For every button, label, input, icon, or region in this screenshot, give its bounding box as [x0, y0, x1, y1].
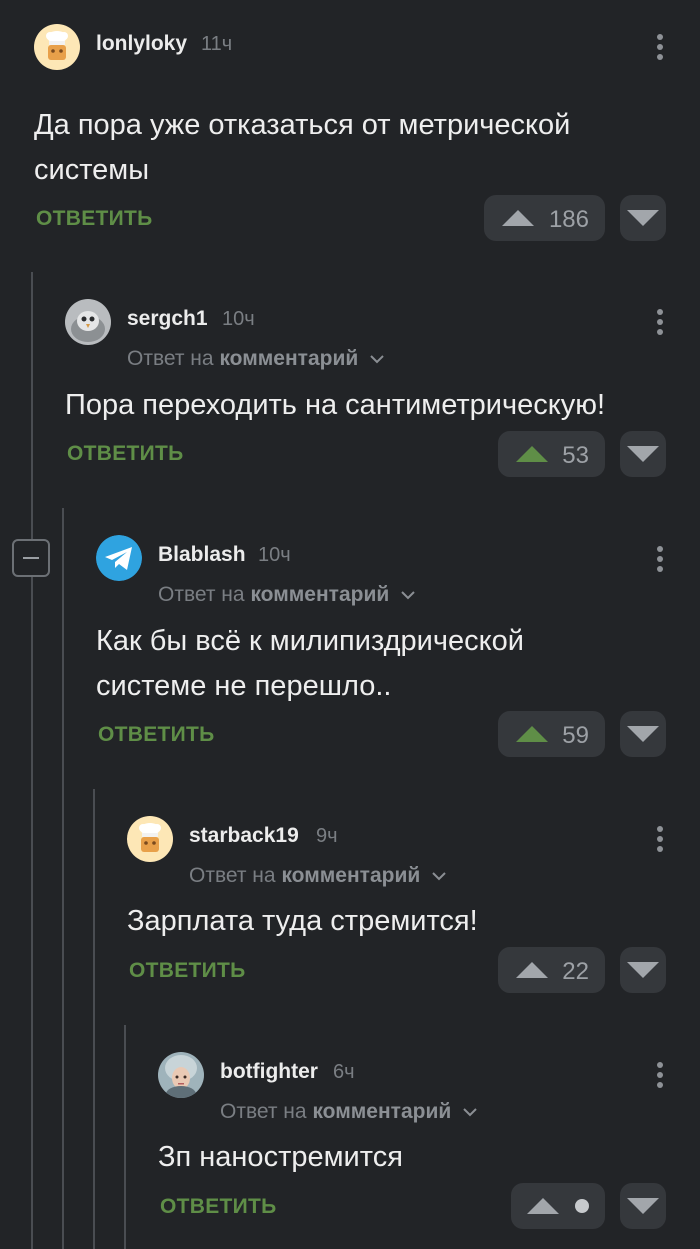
more-options-icon[interactable]: [650, 26, 670, 66]
comment: starback19 9ч Ответ на комментарий Зарпл…: [127, 816, 700, 1006]
comment: sergch1 10ч Ответ на комментарий Пора пе…: [65, 299, 700, 489]
avatar-chef-icon: [127, 816, 173, 862]
comment-text: Зп наностремится: [158, 1141, 403, 1173]
triangle-down-icon: [627, 446, 659, 462]
upvote-button[interactable]: [511, 1183, 605, 1229]
reply-button[interactable]: ОТВЕТИТЬ: [36, 207, 153, 231]
reply-target[interactable]: комментарий: [219, 347, 358, 370]
downvote-button[interactable]: [620, 947, 666, 993]
comment-text: Зарплата туда стремится!: [127, 905, 478, 937]
rating-count: 22: [562, 958, 589, 985]
avatar-portrait-icon: [158, 1052, 204, 1098]
upvote-button[interactable]: 59: [498, 711, 605, 757]
upvote-button[interactable]: 53: [498, 431, 605, 477]
chevron-down-icon[interactable]: [370, 355, 384, 364]
more-options-icon[interactable]: [650, 538, 670, 578]
comment-time: 10ч: [222, 308, 255, 330]
downvote-button[interactable]: [620, 1183, 666, 1229]
comments-thread: lonlyloky 11ч Да пора уже отказаться от …: [0, 0, 700, 1249]
chevron-down-icon[interactable]: [401, 591, 415, 600]
reply-to-link[interactable]: Ответ на комментарий: [189, 864, 446, 888]
comment: botfighter 6ч Ответ на комментарий Зп на…: [158, 1052, 700, 1242]
triangle-up-icon: [516, 446, 548, 462]
comment-time: 11ч: [201, 33, 233, 55]
downvote-button[interactable]: [620, 431, 666, 477]
avatar[interactable]: [34, 24, 80, 70]
thread-line: [124, 1025, 126, 1249]
triangle-down-icon: [627, 726, 659, 742]
triangle-up-icon: [516, 726, 548, 742]
reply-target[interactable]: комментарий: [250, 583, 389, 606]
more-options-icon[interactable]: [650, 1054, 670, 1094]
avatar[interactable]: [96, 535, 142, 581]
rating-count: 59: [562, 722, 589, 749]
collapse-thread-button[interactable]: [12, 539, 50, 577]
comment-time: 9ч: [316, 825, 338, 847]
downvote-button[interactable]: [620, 195, 666, 241]
thread-line: [31, 272, 33, 1249]
avatar-chef-icon: [34, 24, 80, 70]
comment-time: 10ч: [258, 544, 291, 566]
author-name[interactable]: botfighter: [220, 1060, 318, 1084]
comment: Blablash 10ч Ответ на комментарий Как бы…: [96, 535, 700, 767]
triangle-down-icon: [627, 210, 659, 226]
triangle-down-icon: [627, 1198, 659, 1214]
reply-prefix: Ответ на: [220, 1100, 307, 1123]
reply-button[interactable]: ОТВЕТИТЬ: [160, 1195, 277, 1219]
reply-to-link[interactable]: Ответ на комментарий: [127, 347, 384, 371]
comment-text: Да пора уже отказаться от метрической си…: [34, 109, 571, 186]
reply-to-link[interactable]: Ответ на комментарий: [158, 583, 415, 607]
triangle-up-icon: [516, 962, 548, 978]
triangle-up-icon: [502, 210, 534, 226]
reply-prefix: Ответ на: [189, 864, 276, 887]
author-name[interactable]: Blablash: [158, 543, 246, 567]
comment-time: 6ч: [333, 1061, 355, 1083]
reply-button[interactable]: ОТВЕТИТЬ: [98, 723, 215, 747]
more-options-icon[interactable]: [650, 818, 670, 858]
chevron-down-icon[interactable]: [432, 872, 446, 881]
reply-button[interactable]: ОТВЕТИТЬ: [67, 442, 184, 466]
avatar-telegram-icon: [96, 535, 142, 581]
rating-count: 186: [548, 206, 589, 233]
triangle-up-icon: [527, 1198, 559, 1214]
upvote-button[interactable]: 186: [484, 195, 605, 241]
reply-target[interactable]: комментарий: [312, 1100, 451, 1123]
comment: lonlyloky 11ч Да пора уже отказаться от …: [34, 24, 700, 249]
thread-line: [93, 789, 95, 1249]
comment-text: Пора переходить на сантиметрическую!: [65, 389, 606, 421]
dot-icon: [575, 1199, 589, 1213]
more-options-icon[interactable]: [650, 301, 670, 341]
comment-text: Как бы всё к милипиздрической системе не…: [96, 625, 524, 702]
author-name[interactable]: starback19: [189, 824, 299, 848]
reply-button[interactable]: ОТВЕТИТЬ: [129, 959, 246, 983]
reply-target[interactable]: комментарий: [281, 864, 420, 887]
avatar-bird-icon: [65, 299, 111, 345]
reply-prefix: Ответ на: [127, 347, 214, 370]
author-name[interactable]: sergch1: [127, 307, 208, 331]
thread-line: [62, 508, 64, 1249]
triangle-down-icon: [627, 962, 659, 978]
chevron-down-icon[interactable]: [463, 1108, 477, 1117]
upvote-button[interactable]: 22: [498, 947, 605, 993]
author-name[interactable]: lonlyloky: [96, 32, 187, 56]
avatar[interactable]: [65, 299, 111, 345]
avatar[interactable]: [127, 816, 173, 862]
avatar[interactable]: [158, 1052, 204, 1098]
reply-to-link[interactable]: Ответ на комментарий: [220, 1100, 477, 1124]
downvote-button[interactable]: [620, 711, 666, 757]
rating-count: 53: [562, 442, 589, 469]
reply-prefix: Ответ на: [158, 583, 245, 606]
